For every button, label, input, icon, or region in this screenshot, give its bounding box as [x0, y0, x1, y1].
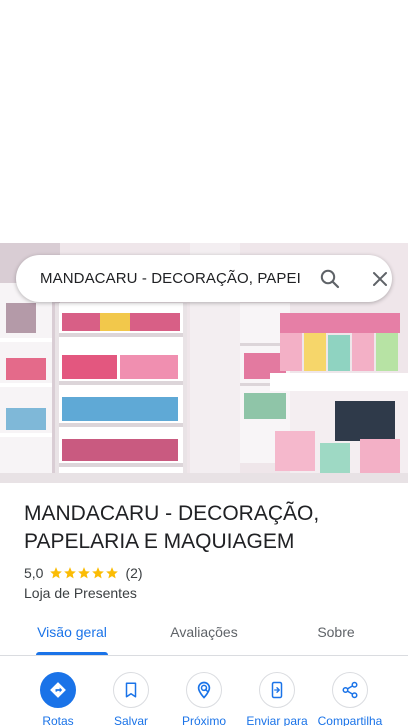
active-tab-indicator [36, 652, 108, 655]
directions-label: Rotas [42, 714, 74, 726]
search-bar[interactable]: MANDACARU - DECORAÇÃO, PAPEI [16, 255, 392, 302]
nearby-button[interactable]: Próximo [164, 672, 244, 726]
star-icon [78, 567, 91, 579]
send-to-phone-label: Enviar para [246, 714, 308, 726]
directions-button[interactable]: Rotas [18, 672, 98, 726]
nearby-button-circle[interactable] [186, 672, 222, 708]
share-label: Compartilha [317, 714, 383, 726]
share-button[interactable]: Compartilha [310, 672, 390, 726]
star-icon [92, 567, 105, 579]
search-icon[interactable] [318, 267, 342, 291]
save-button[interactable]: Salvar [91, 672, 171, 726]
save-button-circle[interactable] [113, 672, 149, 708]
nearby-label: Próximo [181, 714, 226, 726]
share-icon [342, 681, 358, 699]
directions-icon [50, 682, 66, 698]
star-icon [50, 567, 63, 579]
share-button-circle[interactable] [332, 672, 368, 708]
nearby-icon [197, 681, 211, 699]
tab-overview[interactable]: Visão geral [22, 612, 122, 655]
blank-map-area [0, 0, 408, 243]
bookmark-icon [125, 682, 137, 698]
search-input[interactable]: MANDACARU - DECORAÇÃO, PAPEI [40, 268, 303, 290]
directions-button-circle[interactable] [40, 672, 76, 708]
rating-value: 5,0 [24, 565, 44, 581]
place-category[interactable]: Loja de Presentes [24, 583, 137, 603]
send-to-phone-icon [271, 681, 283, 699]
star-icon [106, 567, 119, 579]
review-count[interactable]: (2) [125, 565, 142, 581]
tab-bar: Visão geral Avaliações Sobre [0, 612, 408, 656]
tab-about[interactable]: Sobre [286, 612, 386, 655]
rating-stars [49, 566, 119, 580]
rating-row[interactable]: 5,0 (2) [24, 563, 143, 583]
place-title: MANDACARU - DECORAÇÃO, PAPELARIA E MAQUI… [24, 502, 320, 553]
send-to-phone-button-circle[interactable] [259, 672, 295, 708]
close-icon[interactable] [368, 267, 392, 291]
tab-reviews[interactable]: Avaliações [154, 612, 254, 655]
star-icon [64, 567, 77, 579]
send-to-phone-button[interactable]: Enviar para [237, 672, 317, 726]
save-label: Salvar [113, 714, 148, 726]
